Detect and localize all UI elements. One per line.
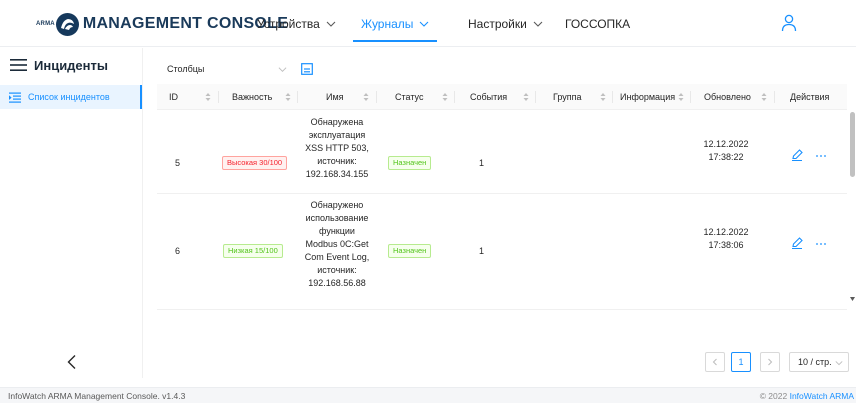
sidebar-item-label: Список инцидентов <box>28 92 110 102</box>
column-header-updated[interactable]: Обновлено <box>704 84 751 110</box>
column-separator <box>690 91 691 103</box>
sort-icon[interactable] <box>678 92 684 102</box>
nav-item-label: ГОССОПКА <box>565 16 631 31</box>
brand[interactable]: ARMA MANAGEMENT CONSOLE <box>36 11 288 37</box>
table-scrollbar-thumb[interactable] <box>850 112 855 177</box>
pagination-next-button[interactable] <box>760 352 780 372</box>
export-icon[interactable] <box>301 63 313 75</box>
chevron-down-icon <box>420 21 429 27</box>
page-size-select[interactable]: 10 / стр. <box>789 352 849 372</box>
sidebar-header[interactable]: Инциденты <box>10 55 108 75</box>
column-header-id[interactable]: ID <box>169 84 178 110</box>
footer: InfoWatch ARMA Management Console. v1.4.… <box>0 387 856 403</box>
table-row[interactable]: 5 Высокая 30/100 Обнаружена эксплуатация… <box>157 110 847 194</box>
cell-name[interactable]: Обнаружена эксплуатация XSS HTTP 503, ис… <box>299 116 375 181</box>
top-bar: ARMA MANAGEMENT CONSOLE Устройства Журна… <box>0 0 856 47</box>
sort-icon[interactable] <box>761 92 767 102</box>
page-size-label: 10 / стр. <box>798 357 832 367</box>
table-header: ID Важность Имя Статус События Группа Ин… <box>157 84 847 110</box>
columns-select-label: Столбцы <box>167 64 205 74</box>
footer-infowatch-link[interactable]: InfoWatch ARMA <box>790 391 854 401</box>
list-icon <box>9 92 21 103</box>
status-badge: Назначен <box>388 156 432 170</box>
cell-id: 5 <box>175 158 181 168</box>
incidents-table: ID Важность Имя Статус События Группа Ин… <box>157 84 847 310</box>
sort-icon[interactable] <box>600 92 606 102</box>
column-header-info[interactable]: Информация <box>620 84 675 110</box>
sort-icon[interactable] <box>442 92 448 102</box>
column-separator <box>774 91 775 103</box>
column-header-name[interactable]: Имя <box>326 84 344 110</box>
column-header-actions: Действия <box>790 92 830 102</box>
table-toolbar: Столбцы <box>157 58 313 80</box>
footer-copyright: © 2022 InfoWatch ARMA <box>759 391 854 401</box>
edit-icon[interactable] <box>791 237 803 249</box>
sidebar-title: Инциденты <box>34 57 108 73</box>
nav-item-label: Журналы <box>361 16 414 31</box>
pagination-prev-button[interactable] <box>705 352 725 372</box>
cell-events: 1 <box>479 158 485 168</box>
menu-icon[interactable] <box>10 58 27 72</box>
sort-icon[interactable] <box>363 92 369 102</box>
more-icon[interactable] <box>815 241 827 247</box>
chevron-down-icon <box>835 361 843 366</box>
column-header-severity[interactable]: Важность <box>232 84 272 110</box>
column-separator <box>535 91 536 103</box>
column-separator <box>297 91 298 103</box>
columns-select[interactable]: Столбцы <box>157 59 297 79</box>
column-header-events[interactable]: События <box>470 84 507 110</box>
severity-badge: Высокая 30/100 <box>222 156 288 170</box>
edit-icon[interactable] <box>791 149 803 161</box>
sidebar-item-incident-list[interactable]: Список инцидентов <box>0 85 142 109</box>
cell-events: 1 <box>479 246 485 256</box>
arma-logo-icon <box>55 12 79 36</box>
nav-item-gossopka[interactable]: ГОССОПКА <box>565 0 630 47</box>
chevron-down-icon <box>326 21 336 27</box>
cell-id: 6 <box>175 246 181 256</box>
nav-item-settings[interactable]: Настройки <box>468 0 543 47</box>
more-icon[interactable] <box>815 153 827 159</box>
sidebar-divider <box>142 48 143 378</box>
cell-updated: 12.12.2022 17:38:06 <box>703 227 749 250</box>
column-separator <box>612 91 613 103</box>
footer-version: InfoWatch ARMA Management Console. v1.4.… <box>8 391 186 401</box>
sort-icon[interactable] <box>285 92 291 102</box>
sort-icon[interactable] <box>523 92 529 102</box>
column-separator <box>218 91 219 103</box>
nav-item-devices[interactable]: Устройства <box>257 0 336 47</box>
chevron-down-icon <box>533 21 543 27</box>
chevron-left-icon <box>712 358 717 366</box>
cell-name[interactable]: Обнаружено использование функции Modbus … <box>299 199 375 290</box>
column-header-group[interactable]: Группа <box>553 84 582 110</box>
collapse-sidebar-icon[interactable] <box>66 354 78 370</box>
user-icon[interactable] <box>781 14 797 32</box>
cell-updated: 12.12.2022 17:38:22 <box>703 139 749 162</box>
table-row[interactable]: 6 Низкая 15/100 Обнаружено использование… <box>157 194 847 310</box>
severity-badge: Низкая 15/100 <box>223 244 283 258</box>
chevron-right-icon <box>768 358 773 366</box>
status-badge: Назначен <box>388 244 432 258</box>
nav-item-logs[interactable]: Журналы <box>352 0 438 47</box>
chevron-down-icon <box>278 67 287 73</box>
pagination-page-button[interactable]: 1 <box>731 352 751 372</box>
scroll-down-icon[interactable] <box>850 296 855 302</box>
nav-item-label: Настройки <box>468 16 527 31</box>
column-header-status[interactable]: Статус <box>395 84 423 110</box>
column-separator <box>454 91 455 103</box>
column-separator <box>376 91 377 103</box>
sidebar: Инциденты Список инцидентов <box>0 48 142 378</box>
nav-item-label: Устройства <box>257 16 320 31</box>
brand-small-text: ARMA <box>36 21 55 27</box>
sort-icon[interactable] <box>205 92 211 102</box>
